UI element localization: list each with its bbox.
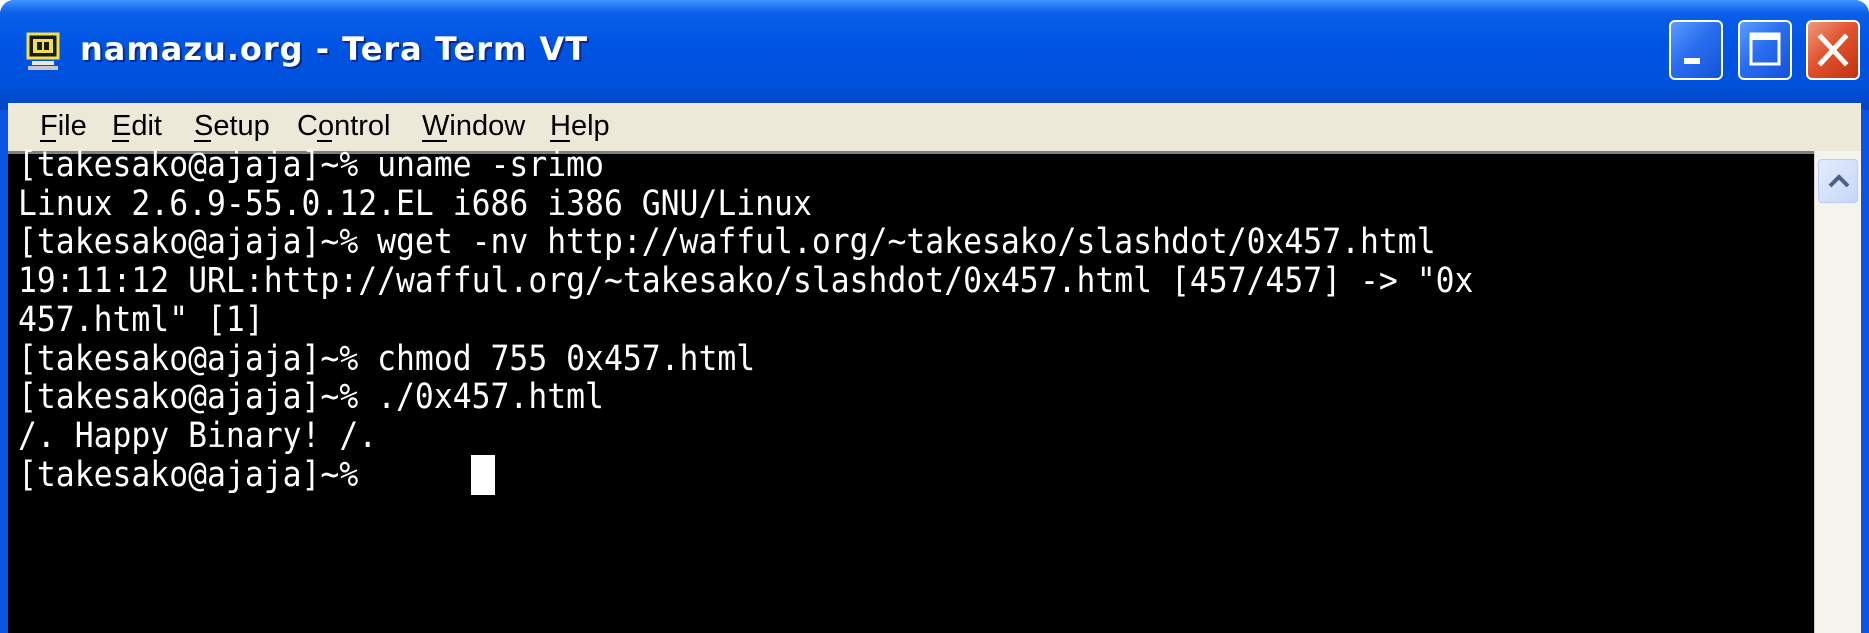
- close-icon: [1817, 33, 1849, 67]
- accel-underline: [112, 140, 129, 142]
- accel-underline: [194, 140, 211, 142]
- accel-underline: [550, 140, 570, 142]
- maximize-button[interactable]: [1738, 20, 1792, 80]
- terminal-screen[interactable]: [takesako@ajaja]~% uname -srimo Linux 2.…: [8, 146, 1814, 633]
- scroll-up-arrow-icon: [1828, 174, 1850, 188]
- menu-control[interactable]: Control: [297, 108, 391, 144]
- menu-file[interactable]: File: [40, 108, 87, 144]
- scroll-up-button[interactable]: [1818, 159, 1858, 203]
- teraterm-app-icon[interactable]: [26, 32, 62, 72]
- menu-setup[interactable]: Setup: [194, 108, 270, 144]
- menu-window-label: Window: [422, 110, 526, 142]
- minimize-button[interactable]: [1669, 20, 1723, 80]
- menu-control-label: Control: [297, 110, 391, 142]
- maximize-icon: [1749, 32, 1781, 66]
- terminal-line: 457.html" [1]: [18, 300, 264, 340]
- terminal-line: [takesako@ajaja]~% ./0x457.html: [18, 377, 604, 417]
- terminal-cursor: [471, 455, 495, 495]
- menu-edit-label: Edit: [112, 110, 162, 142]
- menu-bar: File Edit Setup Control Window Help: [8, 103, 1861, 151]
- terminal-line: [takesako@ajaja]~% chmod 755 0x457.html: [18, 339, 756, 379]
- close-button[interactable]: [1806, 20, 1860, 80]
- window-title: namazu.org - Tera Term VT: [80, 30, 589, 68]
- terminal-line: [takesako@ajaja]~% uname -srimo: [18, 145, 604, 185]
- teraterm-window: namazu.org - Tera Term VT File Edit Setu…: [0, 0, 1869, 633]
- menu-file-label: File: [40, 110, 87, 142]
- terminal-line: Linux 2.6.9-55.0.12.EL i686 i386 GNU/Lin…: [18, 184, 812, 224]
- accel-underline: [422, 140, 447, 142]
- menu-help-label: Help: [550, 110, 610, 142]
- vertical-scrollbar[interactable]: [1814, 151, 1861, 633]
- terminal-line: [takesako@ajaja]~% wget -nv http://waffu…: [18, 222, 1436, 262]
- terminal-line: 19:11:12 URL:http://wafful.org/~takesako…: [18, 261, 1474, 301]
- accel-underline: [40, 140, 56, 142]
- terminal-line: /. Happy Binary! /.: [18, 416, 378, 456]
- title-bar[interactable]: namazu.org - Tera Term VT: [0, 0, 1869, 110]
- minimize-icon: [1684, 58, 1700, 64]
- menu-edit[interactable]: Edit: [112, 108, 162, 144]
- menu-help[interactable]: Help: [550, 108, 610, 144]
- menu-setup-label: Setup: [194, 110, 270, 142]
- accel-underline: [317, 140, 332, 142]
- menu-window[interactable]: Window: [422, 108, 525, 144]
- terminal-line: [takesako@ajaja]~%: [18, 455, 378, 495]
